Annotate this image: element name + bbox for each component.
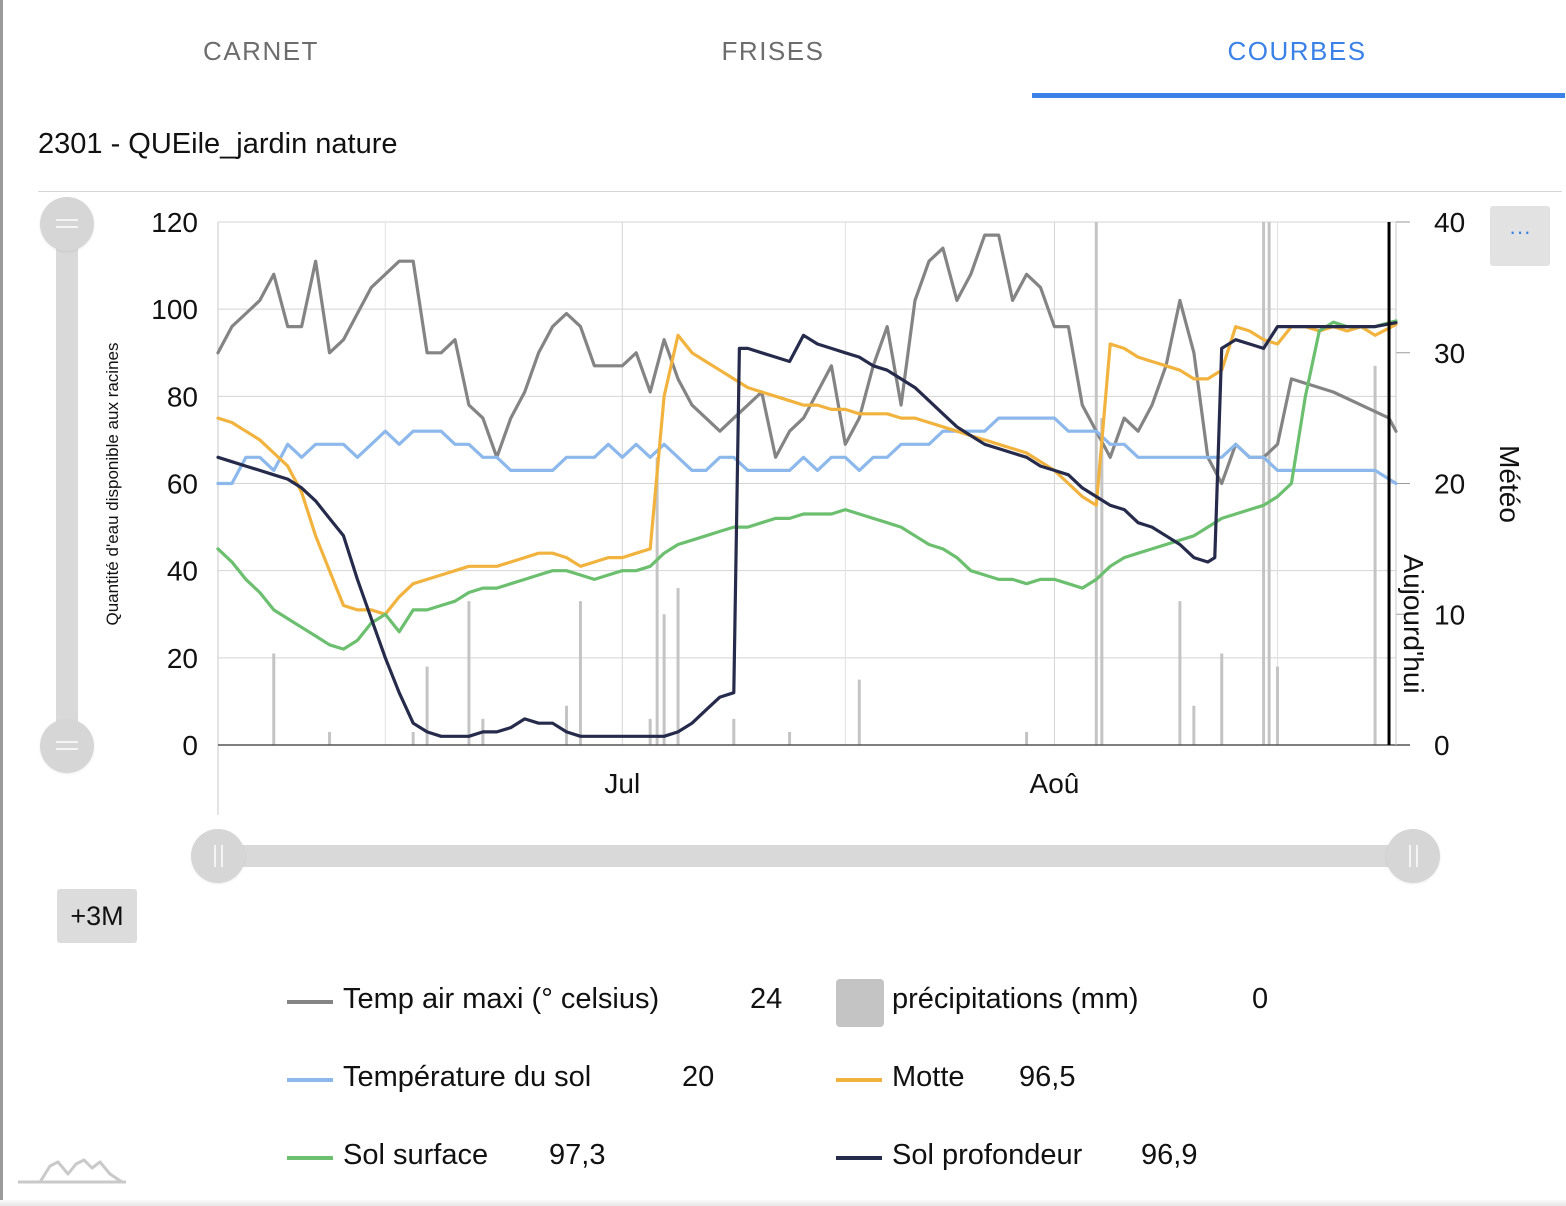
precip-bar	[1025, 731, 1029, 745]
y2-tick-label: 40	[1434, 207, 1465, 238]
window-bottom-edge	[0, 1200, 1566, 1206]
x-tick-label: Aoû	[1030, 768, 1080, 799]
temp-sol-swatch	[287, 1078, 333, 1082]
precipitations-swatch	[836, 979, 884, 1027]
y2-tick-label: 0	[1434, 730, 1450, 761]
precip-bar	[857, 679, 861, 745]
legend-label: Température du sol	[343, 1061, 592, 1093]
today-label: Aujourd'hui	[1398, 554, 1429, 693]
legend-label: Motte	[892, 1061, 965, 1093]
y-axis-label: Quantité d'eau disponible aux racines	[103, 343, 122, 626]
y-tick-label: 120	[151, 207, 198, 238]
water-availability-chart: 0 20 40 60 80 100 120 0 10 20 30 40 Jul Aoû Quantité …	[103, 207, 1525, 815]
precip-bar	[272, 653, 276, 745]
mountain-logo-icon	[18, 1158, 126, 1184]
legend-label: Sol surface	[343, 1139, 489, 1171]
range-slider-left-handle[interactable]	[191, 829, 245, 883]
extend-range-button[interactable]: +3M	[57, 889, 137, 943]
precip-bar	[1276, 666, 1280, 745]
precip-bar	[1373, 365, 1377, 745]
legend-value: 20	[682, 1061, 715, 1093]
y2-axis-label: Météo	[1494, 445, 1525, 523]
chart-axes	[217, 221, 1410, 815]
temp-air-swatch	[287, 1000, 333, 1004]
precip-bar	[1178, 601, 1182, 745]
precip-bar	[732, 718, 736, 745]
precip-bar	[1220, 653, 1224, 745]
series-line-sol-profondeur	[216, 321, 1398, 738]
legend-item-temp-sol[interactable]: Température du sol 20	[287, 1059, 737, 1099]
legend-value: 96,5	[1019, 1061, 1076, 1093]
legend-label: Sol profondeur	[892, 1139, 1083, 1171]
y2-tick-label: 30	[1434, 338, 1465, 369]
legend-item-sol-surface[interactable]: Sol surface 97,3	[287, 1137, 627, 1177]
precip-bar	[578, 601, 582, 745]
precip-bar	[1267, 222, 1271, 745]
legend-label: précipitations (mm)	[892, 983, 1139, 1015]
y-tick-label: 60	[167, 469, 198, 500]
y-tick-label: 40	[167, 556, 198, 587]
range-slider-right-handle[interactable]	[1386, 829, 1440, 883]
precip-bar	[565, 705, 569, 745]
precip-bar	[411, 731, 415, 745]
x-tick-label: Jul	[604, 768, 640, 799]
y-tick-label: 0	[182, 730, 198, 761]
precip-bar	[648, 718, 652, 745]
precip-bar	[676, 588, 680, 745]
legend-item-motte[interactable]: Motte 96,5	[836, 1059, 1116, 1099]
more-options-button[interactable]: ···	[1490, 206, 1550, 266]
precip-bar	[788, 731, 792, 745]
legend-item-temp-air[interactable]: Temp air maxi (° celsius) 24	[287, 981, 807, 1021]
precip-bar	[1192, 705, 1196, 745]
legend-item-precipitations[interactable]: précipitations (mm) 0	[836, 979, 1286, 1027]
sol-profondeur-swatch	[836, 1156, 882, 1160]
time-range-slider[interactable]	[218, 845, 1414, 867]
y2-tick-label: 10	[1434, 599, 1465, 630]
precip-bar	[662, 614, 666, 745]
y-tick-label: 80	[167, 381, 198, 412]
precip-bar	[1262, 222, 1266, 745]
motte-swatch	[836, 1078, 882, 1082]
y2-tick-label: 20	[1434, 469, 1465, 500]
precip-bar	[328, 731, 332, 745]
legend-value: 97,3	[549, 1139, 606, 1171]
precip-bar	[467, 601, 471, 745]
y-tick-label: 100	[151, 294, 198, 325]
legend-value: 0	[1252, 983, 1269, 1015]
legend-item-sol-profondeur[interactable]: Sol profondeur 96,9	[836, 1137, 1226, 1177]
legend-value: 24	[750, 983, 783, 1015]
y-tick-label: 20	[167, 643, 198, 674]
chart-gridlines	[218, 221, 1396, 745]
legend-value: 96,9	[1141, 1139, 1198, 1171]
legend-label: Temp air maxi (° celsius)	[343, 983, 660, 1015]
sol-surface-swatch	[287, 1156, 333, 1160]
